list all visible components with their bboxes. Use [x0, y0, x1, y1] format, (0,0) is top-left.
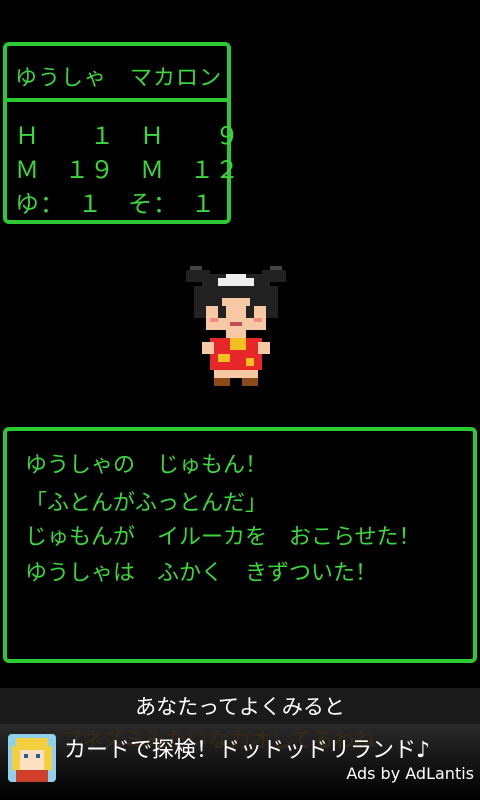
ad-banner[interactable]: ドブネズミみたいな力オしてるわね カードで探検！ドッドッドリランド♪ Ads b…	[0, 724, 480, 800]
hero-girl-sprite	[186, 266, 286, 386]
message-line: じゅもんが イルーカを おこらせた！	[25, 525, 421, 550]
ad-character-icon	[8, 734, 56, 782]
status-window: ゆうしゃ マカロン Ｈ １ Ｈ ９ Ｍ １９ Ｍ １２ ゆ： １ そ： １	[3, 42, 239, 224]
message-line: ゆうしゃの じゅもん！	[25, 453, 268, 478]
hero-name: ゆうしゃ マカロン	[15, 66, 223, 91]
stat-row-hp: Ｈ １ Ｈ ９	[15, 122, 240, 150]
message-line: ゆうしゃは ふかく きずついた！	[25, 561, 378, 586]
ad-caption: あなたってよくみると	[0, 688, 480, 724]
message-window: ゆうしゃの じゅもん！ 「ふとんがふっとんだ」 じゅもんが イルーカを おこらせ…	[3, 427, 477, 663]
status-divider	[7, 98, 227, 102]
ad-title[interactable]: カードで探検！ドッドッドリランド♪	[64, 732, 430, 764]
stat-row-misc: ゆ： １ そ： １	[15, 190, 216, 218]
stat-row-mp: Ｍ １９ Ｍ １２	[15, 156, 240, 184]
ad-bar[interactable]: あなたってよくみると ドブネズミみたいな力オしてるわね カードで探検！ドッドッド…	[0, 688, 480, 800]
ad-credit: Ads by AdLantis	[346, 764, 474, 783]
message-line: 「ふとんがふっとんだ」	[25, 491, 268, 516]
